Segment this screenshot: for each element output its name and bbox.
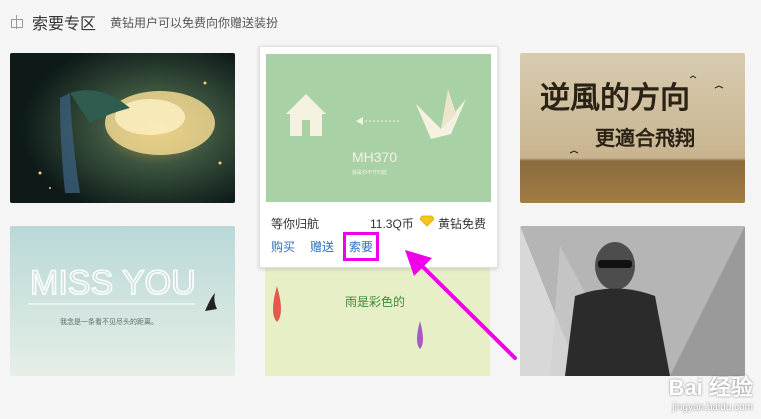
flower-girl-illustration	[10, 53, 235, 203]
theme-card-against-wind[interactable]: 逆風的方向 更適合飛翔	[520, 53, 745, 203]
card-4-title: MISS YOU	[30, 264, 196, 302]
gift-button[interactable]: 赠送	[310, 238, 334, 255]
theme-card-sunglasses-man[interactable]	[520, 226, 745, 376]
free-for-yellow-diamond-label: 黄钻免费	[438, 217, 487, 231]
card-5-title: 雨是彩色的	[345, 294, 405, 309]
mh370-illustration: MH370 我是你不守归航	[266, 54, 491, 202]
yellow-diamond-icon	[420, 215, 434, 227]
watermark: Bai 经验 jingyan.baidu.com	[669, 370, 753, 413]
section-header: 索要专区 黄钻用户可以免费向你赠送装扮	[10, 10, 278, 34]
featured-title: 等你归航	[271, 217, 320, 231]
featured-thumbnail[interactable]: MH370 我是你不守归航	[266, 54, 491, 202]
watermark-logo: Bai 经验	[668, 375, 753, 400]
featured-image-text: MH370	[352, 149, 397, 165]
request-button[interactable]: 索要	[343, 232, 380, 261]
theme-card-flower-girl[interactable]	[10, 53, 235, 203]
card-3-subtitle: 更適合飛翔	[595, 126, 695, 150]
theme-card-miss-you[interactable]: MISS YOU 我念是一条看不见尽头的距离。	[10, 226, 235, 376]
against-wind-illustration: 逆風的方向 更適合飛翔	[520, 53, 745, 203]
gift-icon	[10, 15, 24, 29]
card-4-caption: 我念是一条看不见尽头的距离。	[60, 317, 158, 326]
buy-button[interactable]: 购买	[271, 238, 295, 255]
featured-price: 11.3Q币	[370, 217, 414, 231]
miss-you-illustration: MISS YOU 我念是一条看不见尽头的距离。	[10, 226, 235, 376]
featured-theme-card[interactable]: MH370 我是你不守归航 等你归航 11.3Q币 黄钻免费 购买 赠送 索要	[259, 46, 498, 268]
featured-image-caption: 我是你不守归航	[352, 169, 387, 176]
card-3-title: 逆風的方向	[540, 81, 690, 116]
section-title: 索要专区	[32, 16, 97, 33]
section-subtitle: 黄钻用户可以免费向你赠送装扮	[110, 15, 279, 30]
featured-actions: 购买 赠送 索要	[271, 232, 380, 261]
watermark-url: jingyan.baidu.com	[672, 402, 753, 413]
sunglasses-man-illustration	[520, 226, 745, 376]
